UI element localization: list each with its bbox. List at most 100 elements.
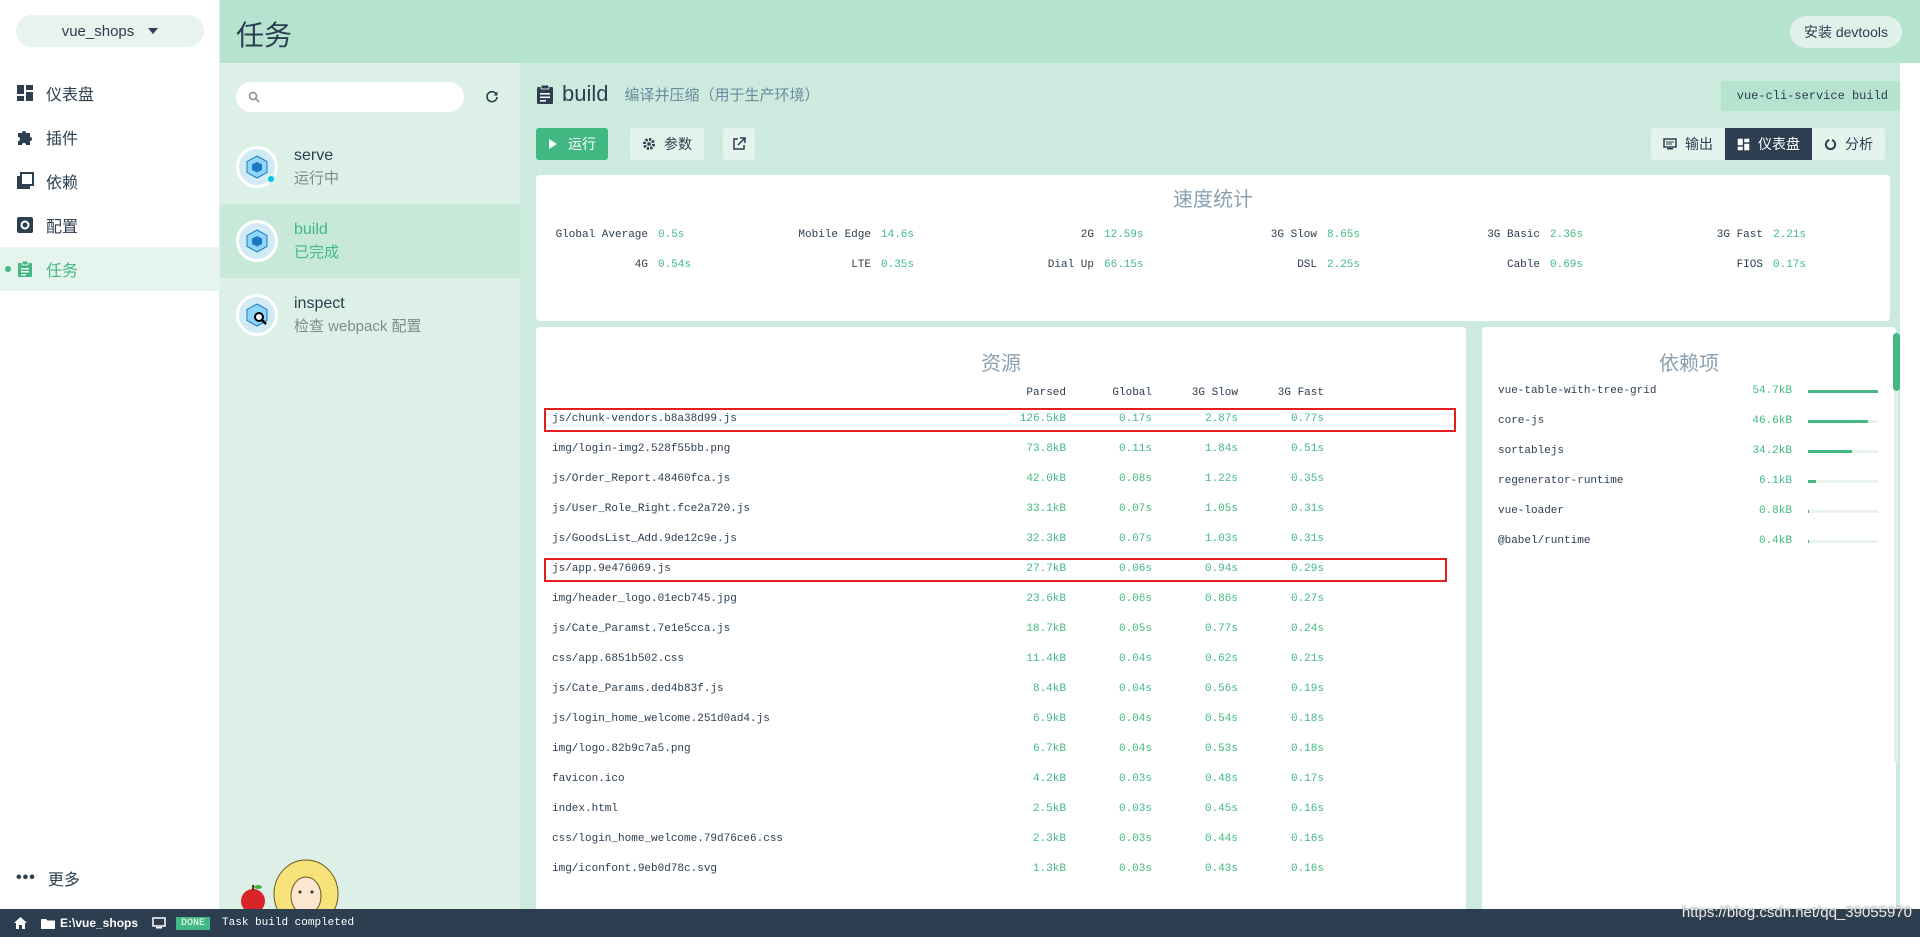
speed-stats-card: 速度统计 Global Average 0.5s Mobile Edge 14.6s 2…: [536, 175, 1890, 321]
asset-row[interactable]: img/login-img2.528f55bb.png 73.8kB 0.11s 1.…: [536, 436, 1466, 464]
tab-label: 仪表盘: [1758, 136, 1800, 152]
tab-dashboard[interactable]: 仪表盘: [1725, 128, 1812, 160]
asset-global: 0.11s: [1118, 443, 1152, 455]
nav-item-dashboard[interactable]: 仪表盘: [0, 71, 220, 115]
asset-row[interactable]: js/Cate_Paramst.7e1e5cca.js 18.7kB 0.05s 0.…: [536, 616, 1466, 644]
home-button[interactable]: [14, 917, 27, 929]
task-subtitle: 编译并压缩（用于生产环境）: [624, 86, 820, 104]
asset-row[interactable]: css/app.6851b502.css 11.4kB 0.04s 0.62s 0.21…: [536, 646, 1466, 674]
dependency-row[interactable]: vue-loader 0.8kB: [1482, 498, 1896, 526]
speed-stat-label: 3G Slow: [1270, 229, 1317, 241]
speed-stat-label: Mobile Edge: [798, 229, 871, 241]
tab-analyzer[interactable]: 分析: [1812, 128, 1885, 160]
asset-row[interactable]: img/iconfont.9eb0d78c.svg 1.3kB 0.03s 0.43s…: [536, 856, 1466, 884]
scrollbar-track[interactable]: [1894, 343, 1898, 763]
task-title: build: [562, 81, 609, 106]
asset-global: 0.06s: [1118, 593, 1152, 605]
nav-more[interactable]: ••• 更多: [16, 866, 80, 890]
asset-row[interactable]: index.html 2.5kB 0.03s 0.45s 0.16s: [536, 796, 1466, 824]
refresh-button[interactable]: [480, 85, 504, 109]
asset-name: js/Cate_Paramst.7e1e5cca.js: [552, 623, 731, 635]
asset-row[interactable]: img/logo.82b9c7a5.png 6.7kB 0.04s 0.53s 0.18…: [536, 736, 1466, 764]
asset-name: js/GoodsList_Add.9de12c9e.js: [552, 533, 737, 545]
asset-row[interactable]: js/GoodsList_Add.9de12c9e.js 32.3kB 0.07s 1…: [536, 526, 1466, 554]
dependency-size: 46.6kB: [1752, 415, 1792, 427]
home-icon: [14, 917, 27, 929]
asset-name: css/app.6851b502.css: [552, 653, 685, 665]
active-indicator: [5, 266, 11, 272]
project-path-label: E:\vue_shops: [60, 916, 139, 930]
nav-item-tasks[interactable]: 任务: [0, 247, 220, 291]
asset-fast: 0.19s: [1290, 683, 1324, 695]
speed-stat-label: DSL: [1297, 259, 1317, 271]
asset-row[interactable]: js/Cate_Params.ded4b83f.js 8.4kB 0.04s 0.56…: [536, 676, 1466, 704]
open-external-button[interactable]: [723, 128, 755, 160]
dependency-size-bar-fill: [1808, 450, 1853, 453]
speed-stat: 2G 12.59s: [974, 229, 1144, 241]
dependency-row[interactable]: regenerator-runtime 6.1kB: [1482, 468, 1896, 496]
task-item-build[interactable]: build 已完成: [220, 204, 520, 278]
page-title: 任务: [236, 20, 293, 51]
dependency-size-bar-fill: [1808, 420, 1868, 423]
speed-stat: 3G Fast 2.21s: [1643, 229, 1806, 241]
asset-parsed: 11.4kB: [1026, 653, 1066, 665]
asset-global: 0.05s: [1118, 623, 1152, 635]
left-nav: vue_shops 仪表盘 插件 依赖 配置 任务 ••• 更多: [0, 0, 220, 909]
speed-stat-label: Global Average: [555, 229, 648, 241]
more-label: 更多: [47, 872, 80, 889]
dependency-name: sortablejs: [1498, 445, 1565, 457]
dependency-row[interactable]: core-js 46.6kB: [1482, 408, 1896, 436]
view-tabs: 输出 仪表盘 分析: [1651, 128, 1885, 160]
asset-row[interactable]: js/Order_Report.48460fca.js 42.0kB 0.08s 1.…: [536, 466, 1466, 494]
params-button[interactable]: 参数: [630, 128, 704, 160]
console-log-button[interactable]: [152, 917, 166, 929]
project-selector[interactable]: vue_shops: [16, 15, 204, 47]
tab-output[interactable]: 输出: [1651, 128, 1725, 160]
nav-item-config[interactable]: 配置: [0, 203, 220, 247]
asset-slow: 1.22s: [1204, 473, 1238, 485]
dependency-row[interactable]: vue-table-with-tree-grid 54.7kB: [1482, 378, 1896, 406]
asset-row[interactable]: img/header_logo.01ecb745.jpg 23.6kB 0.06s 0…: [536, 586, 1466, 614]
task-search-input[interactable]: [268, 89, 458, 105]
asset-name: img/header_logo.01ecb745.jpg: [552, 593, 737, 605]
speed-stat: 3G Basic 2.36s: [1420, 229, 1583, 241]
asset-parsed: 33.1kB: [1026, 503, 1066, 515]
task-item-inspect[interactable]: inspect 检查 webpack 配置: [220, 278, 520, 352]
task-detail: build 编译并压缩（用于生产环境） vue-cli-service buil…: [520, 63, 1900, 909]
asset-name: js/User_Role_Right.fce2a720.js: [552, 503, 751, 515]
asset-global: 0.04s: [1118, 713, 1152, 725]
dependency-size-bar-fill: [1808, 510, 1810, 513]
asset-row[interactable]: favicon.ico 4.2kB 0.03s 0.48s 0.17s: [536, 766, 1466, 794]
asset-parsed: 6.7kB: [1032, 743, 1066, 755]
gear-icon: [643, 138, 655, 150]
project-path[interactable]: E:\vue_shops: [41, 916, 138, 930]
speed-stat-value: 2.21s: [1773, 229, 1807, 241]
dependency-row[interactable]: sortablejs 34.2kB: [1482, 438, 1896, 466]
puzzle-icon: [16, 128, 34, 146]
task-search-box[interactable]: [236, 82, 464, 112]
dashboard-icon: [1737, 138, 1750, 150]
dependency-size: 0.4kB: [1758, 535, 1792, 547]
speed-stat-label: Cable: [1506, 259, 1540, 271]
asset-row[interactable]: css/login_home_welcome.79d76ce6.css 2.3kB…: [536, 826, 1466, 854]
scrollbar-thumb[interactable]: [1893, 333, 1900, 391]
asset-name: js/Cate_Params.ded4b83f.js: [552, 683, 724, 695]
run-button[interactable]: 运行: [536, 128, 608, 160]
nav-list: 仪表盘 插件 依赖 配置 任务: [0, 71, 220, 291]
asset-row[interactable]: js/login_home_welcome.251d0ad4.js 6.9kB 0.…: [536, 706, 1466, 734]
more-horizontal-icon: •••: [16, 869, 36, 886]
asset-row[interactable]: js/User_Role_Right.fce2a720.js 33.1kB 0.07…: [536, 496, 1466, 524]
dependency-row[interactable]: @babel/runtime 0.4kB: [1482, 528, 1896, 556]
asset-fast: 0.31s: [1290, 533, 1324, 545]
speed-stat-value: 14.6s: [881, 229, 915, 241]
asset-parsed: 4.2kB: [1032, 773, 1066, 785]
install-devtools-button[interactable]: 安装 devtools: [1789, 16, 1902, 48]
dependency-size: 0.8kB: [1758, 505, 1792, 517]
nav-item-plugins[interactable]: 插件: [0, 115, 220, 159]
nav-item-dependencies[interactable]: 依赖: [0, 159, 220, 203]
speed-stat: Dial Up 66.15s: [974, 259, 1144, 271]
asset-slow: 0.45s: [1204, 803, 1238, 815]
asset-parsed: 42.0kB: [1026, 473, 1066, 485]
task-item-serve[interactable]: serve 运行中: [220, 130, 520, 204]
speed-stat: 3G Slow 8.65s: [1197, 229, 1360, 241]
